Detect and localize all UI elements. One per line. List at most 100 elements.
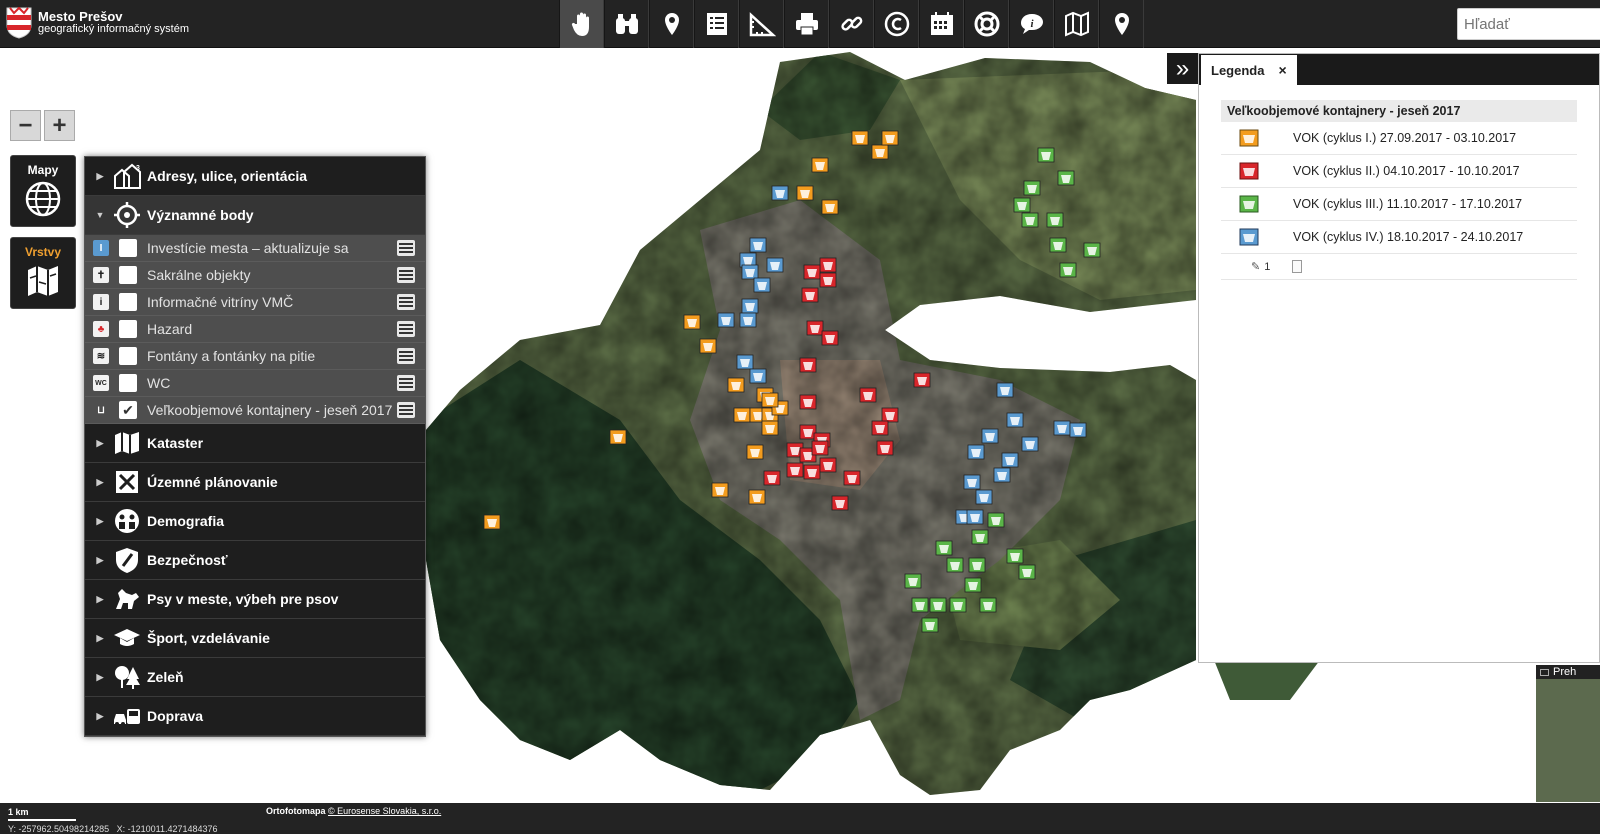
orange-container-marker[interactable] <box>746 444 764 460</box>
sublayer-checkbox-checked[interactable] <box>119 401 137 419</box>
orange-container-marker[interactable] <box>711 482 729 498</box>
green-container-marker[interactable] <box>979 597 997 613</box>
attribute-table-icon[interactable] <box>397 375 415 391</box>
orange-container-marker[interactable] <box>796 185 814 201</box>
orange-container-marker[interactable] <box>761 420 779 436</box>
sublayer-row[interactable]: I Investície mesta – aktualizuje sa <box>85 235 425 262</box>
red-container-marker[interactable] <box>811 440 829 456</box>
green-container-marker[interactable] <box>921 617 939 633</box>
orange-container-marker[interactable] <box>821 199 839 215</box>
green-container-marker[interactable] <box>1013 197 1031 213</box>
layer-group-greenery[interactable]: ▶ Zeleň <box>85 658 425 697</box>
green-container-marker[interactable] <box>1083 242 1101 258</box>
map-catalog-button[interactable] <box>1054 0 1099 48</box>
orange-container-marker[interactable] <box>683 314 701 330</box>
attribute-table-icon[interactable] <box>397 348 415 364</box>
attribute-table-icon[interactable] <box>397 267 415 283</box>
green-container-marker[interactable] <box>964 577 982 593</box>
blue-container-marker[interactable] <box>771 185 789 201</box>
layer-group-transport[interactable]: ▶ Doprava <box>85 697 425 736</box>
red-container-marker[interactable] <box>799 424 817 440</box>
green-container-marker[interactable] <box>1057 170 1075 186</box>
red-container-marker[interactable] <box>819 457 837 473</box>
red-container-marker[interactable] <box>876 440 894 456</box>
red-container-marker[interactable] <box>859 387 877 403</box>
measure-tool-button[interactable] <box>739 0 784 48</box>
orange-container-marker[interactable] <box>483 514 501 530</box>
blue-container-marker[interactable] <box>1021 436 1039 452</box>
green-container-marker[interactable] <box>1049 237 1067 253</box>
overview-map[interactable]: Preh <box>1536 665 1600 802</box>
sublayer-row[interactable]: ⊔ Veľkoobjemové kontajnery - jeseň 2017 <box>85 397 425 424</box>
sublayer-checkbox[interactable] <box>119 266 137 284</box>
attribute-table-icon[interactable] <box>397 402 415 418</box>
attribute-table-icon[interactable] <box>397 240 415 256</box>
layer-group-sport[interactable]: ▶ Šport, vzdelávanie <box>85 619 425 658</box>
layer-group-demography[interactable]: ▶ Demografia <box>85 502 425 541</box>
legend-close-button[interactable]: × <box>1278 62 1286 78</box>
green-container-marker[interactable] <box>971 529 989 545</box>
red-container-marker[interactable] <box>799 394 817 410</box>
blue-container-marker[interactable] <box>993 467 1011 483</box>
orange-container-marker[interactable] <box>727 377 745 393</box>
copyright-button[interactable] <box>874 0 919 48</box>
blue-container-marker[interactable] <box>753 277 771 293</box>
sublayer-row[interactable]: ♣ Hazard <box>85 316 425 343</box>
red-container-marker[interactable] <box>803 464 821 480</box>
sublayer-row[interactable]: ≋ Fontány a fontánky na pitie <box>85 343 425 370</box>
attribute-table-icon[interactable] <box>397 294 415 310</box>
red-container-marker[interactable] <box>881 407 899 423</box>
green-container-marker[interactable] <box>1023 180 1041 196</box>
green-container-marker[interactable] <box>1021 212 1039 228</box>
green-container-marker[interactable] <box>946 557 964 573</box>
overview-toggle-icon[interactable] <box>1540 668 1549 676</box>
orange-container-marker[interactable] <box>881 130 899 146</box>
search-tool-button[interactable] <box>604 0 649 48</box>
blue-container-marker[interactable] <box>966 509 984 525</box>
sublayer-checkbox[interactable] <box>119 293 137 311</box>
legend-tab[interactable]: Legenda × <box>1201 55 1297 85</box>
red-container-marker[interactable] <box>819 257 837 273</box>
red-container-marker[interactable] <box>843 470 861 486</box>
link-button[interactable] <box>829 0 874 48</box>
orange-container-marker[interactable] <box>733 407 751 423</box>
app-logo[interactable]: Mesto Prešov geografický informačný syst… <box>6 7 189 39</box>
green-container-marker[interactable] <box>1006 548 1024 564</box>
sublayer-row[interactable]: ✝ Sakrálne objekty <box>85 262 425 289</box>
my-location-button[interactable] <box>1099 0 1144 48</box>
red-container-marker[interactable] <box>763 470 781 486</box>
orange-container-marker[interactable] <box>609 429 627 445</box>
blue-container-marker[interactable] <box>749 237 767 253</box>
red-container-marker[interactable] <box>806 320 824 336</box>
blue-container-marker[interactable] <box>967 444 985 460</box>
blue-container-marker[interactable] <box>739 312 757 328</box>
red-container-marker[interactable] <box>913 372 931 388</box>
document-icon[interactable] <box>1292 260 1303 273</box>
blue-container-marker[interactable] <box>1053 420 1071 436</box>
red-container-marker[interactable] <box>803 264 821 280</box>
green-container-marker[interactable] <box>949 597 967 613</box>
blue-container-marker[interactable] <box>749 368 767 384</box>
blue-container-marker[interactable] <box>1069 422 1087 438</box>
blue-container-marker[interactable] <box>1001 452 1019 468</box>
red-container-marker[interactable] <box>786 462 804 478</box>
red-container-marker[interactable] <box>801 287 819 303</box>
info-button[interactable]: i <box>1009 0 1054 48</box>
layer-group-safety[interactable]: ▶ Bezpečnosť <box>85 541 425 580</box>
orange-container-marker[interactable] <box>851 130 869 146</box>
blue-container-marker[interactable] <box>996 382 1014 398</box>
blue-container-marker[interactable] <box>741 298 759 314</box>
layer-group-dogs[interactable]: ▶ Psy v meste, výbeh pre psov <box>85 580 425 619</box>
blue-container-marker[interactable] <box>975 489 993 505</box>
red-container-marker[interactable] <box>821 330 839 346</box>
blue-container-marker[interactable] <box>741 264 759 280</box>
orange-container-marker[interactable] <box>871 144 889 160</box>
print-button[interactable] <box>784 0 829 48</box>
blue-container-marker[interactable] <box>717 312 735 328</box>
red-container-marker[interactable] <box>831 495 849 511</box>
paperclip-icon[interactable]: ✎ <box>1251 260 1260 273</box>
green-container-marker[interactable] <box>968 557 986 573</box>
blue-container-marker[interactable] <box>963 474 981 490</box>
blue-container-marker[interactable] <box>736 354 754 370</box>
blue-container-marker[interactable] <box>766 257 784 273</box>
